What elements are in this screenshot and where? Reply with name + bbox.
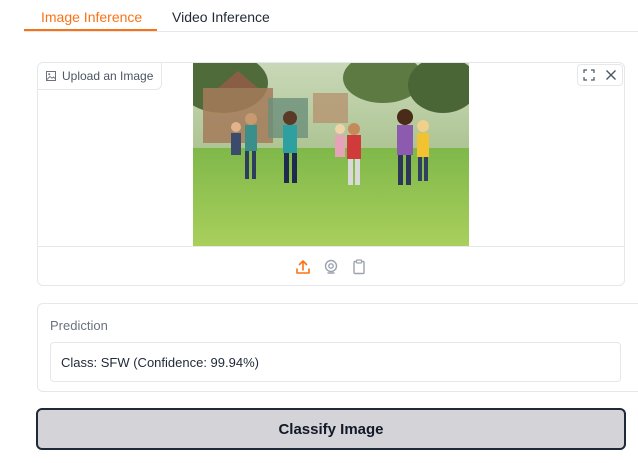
fullscreen-icon[interactable] (583, 69, 595, 81)
clipboard-icon[interactable] (350, 258, 368, 276)
prediction-label: Prediction (50, 318, 108, 333)
prediction-panel: Prediction Class: SFW (Confidence: 99.94… (37, 303, 638, 392)
tab-image-inference[interactable]: Image Inference (41, 9, 142, 25)
upload-icon[interactable] (294, 258, 312, 276)
image-input-panel[interactable]: Upload an Image (37, 62, 625, 286)
upload-an-image-text: Upload an Image (62, 69, 154, 83)
image-corner-tools (577, 64, 623, 86)
image-icon (46, 71, 56, 81)
classify-image-button[interactable]: Classify Image (36, 408, 626, 450)
active-tab-indicator (24, 29, 157, 31)
image-panel-label: Upload an Image (38, 63, 163, 90)
webcam-icon[interactable] (322, 258, 340, 276)
prediction-output[interactable]: Class: SFW (Confidence: 99.94%) (50, 342, 621, 382)
tab-video-inference[interactable]: Video Inference (172, 9, 270, 25)
uploaded-image (193, 63, 469, 246)
image-source-selector (38, 247, 624, 285)
close-icon[interactable] (605, 69, 617, 81)
tab-bar: Image Inference Video Inference (24, 0, 638, 32)
